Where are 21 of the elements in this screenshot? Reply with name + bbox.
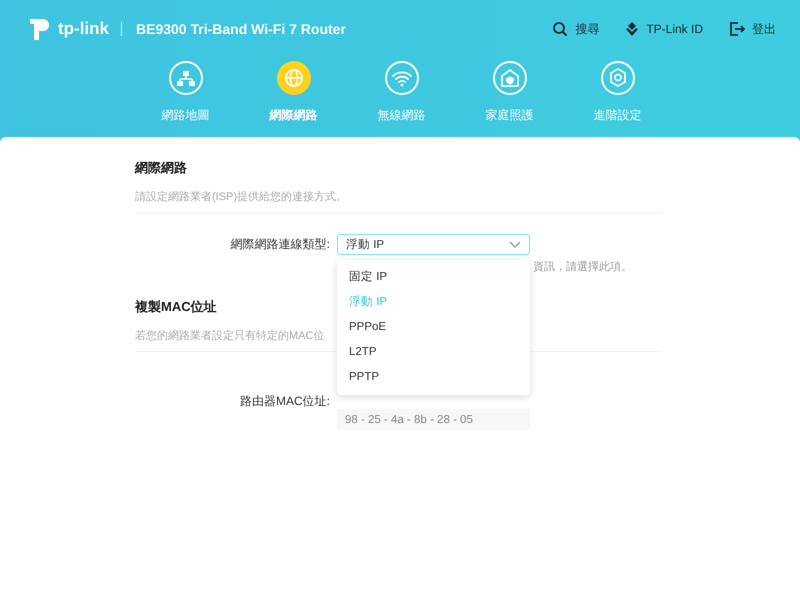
chevron-icon xyxy=(509,240,521,248)
dropdown-option[interactable]: PPTP xyxy=(337,364,530,389)
router-model: BE9300 Tri-Band Wi-Fi 7 Router xyxy=(136,21,346,37)
dropdown-option[interactable]: L2TP xyxy=(337,339,530,364)
brand-name: tp-link xyxy=(58,19,109,39)
section-title: 複製MAC位址 xyxy=(135,299,217,314)
section-title: 網際網路 xyxy=(135,160,187,175)
connection-type-dropdown[interactable]: 浮動 IP xyxy=(337,234,530,255)
search-icon xyxy=(552,21,568,37)
section-description: 若您的網路業者設定只有特定的MAC位 xyxy=(135,330,324,342)
dropdown-option[interactable]: 固定 IP xyxy=(337,264,530,289)
logout-icon xyxy=(729,21,745,37)
user-id-icon xyxy=(625,21,640,37)
search-button[interactable]: 搜尋 xyxy=(552,20,600,38)
account-button[interactable]: TP-Link ID xyxy=(625,20,703,38)
field-hint: 資訊，請選擇此項。 xyxy=(533,260,633,274)
field-label: 路由器MAC位址: xyxy=(239,393,331,410)
section-description: 請設定網路業者(ISP)提供給您的連接方式。 xyxy=(135,191,348,203)
field-label: 網際網路連線類型: xyxy=(230,236,331,253)
dropdown-option[interactable]: PPPoE xyxy=(337,314,530,339)
logout-button[interactable]: 登出 xyxy=(729,20,776,38)
